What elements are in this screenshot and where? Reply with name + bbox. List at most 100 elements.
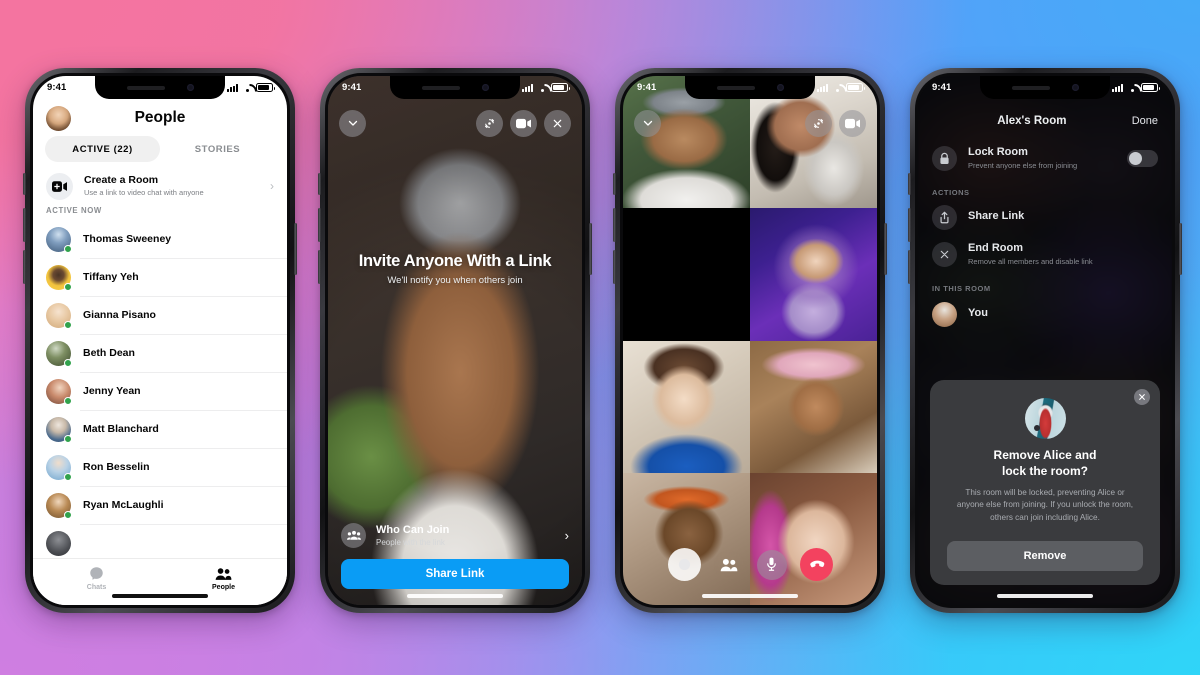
chevron-down-icon[interactable] xyxy=(634,109,661,137)
who-can-join-title: Who Can Join xyxy=(376,523,450,536)
power-button[interactable] xyxy=(294,223,297,275)
people-icon[interactable] xyxy=(713,549,744,580)
create-room-subtitle: Use a link to video chat with anyone xyxy=(84,188,204,198)
list-item[interactable]: Ron Besselin xyxy=(33,448,287,486)
home-indicator[interactable] xyxy=(407,594,503,598)
volume-down-button[interactable] xyxy=(908,250,911,284)
volume-up-button[interactable] xyxy=(908,208,911,242)
share-link-row[interactable]: Share Link xyxy=(918,202,1172,232)
effects-icon[interactable] xyxy=(667,548,701,581)
volume-up-button[interactable] xyxy=(318,208,321,242)
avatar xyxy=(46,302,72,329)
invite-subtext: We'll notify you when others join xyxy=(387,275,523,286)
video-camera-icon[interactable] xyxy=(510,109,537,137)
contact-list[interactable]: Thomas Sweeney Tiffany Yeh Gianna Pisano… xyxy=(33,220,287,558)
participant-tile[interactable] xyxy=(750,472,877,605)
contact-name: Thomas Sweeney xyxy=(83,233,172,245)
segmented-tabs: ACTIVE (22) STORIES xyxy=(33,136,287,162)
dialog-title-line1: Remove Alice and xyxy=(993,447,1097,462)
contact-name: Ryan McLaughli xyxy=(83,499,164,511)
participant-tile[interactable] xyxy=(623,472,750,605)
participant-tile[interactable] xyxy=(750,208,877,341)
online-indicator xyxy=(64,320,72,329)
earpiece-speaker xyxy=(126,85,165,90)
online-indicator xyxy=(64,472,72,481)
front-camera xyxy=(776,84,784,91)
volume-up-button[interactable] xyxy=(23,208,26,242)
avatar xyxy=(46,492,72,519)
microphone-icon[interactable] xyxy=(756,549,787,580)
close-icon[interactable] xyxy=(544,109,571,137)
cellular-signal-icon xyxy=(1112,83,1123,92)
list-item[interactable]: Gianna Pisano xyxy=(33,296,287,334)
mute-switch[interactable] xyxy=(23,173,26,195)
camera-flip-icon[interactable] xyxy=(805,109,832,137)
list-item[interactable] xyxy=(33,524,287,558)
front-camera xyxy=(186,84,194,91)
tab-people[interactable]: People xyxy=(160,559,287,605)
who-can-join-row[interactable]: Who Can Join People with the link › xyxy=(341,523,569,548)
contact-name: Tiffany Yeh xyxy=(83,271,139,283)
battery-icon xyxy=(846,83,865,92)
tab-chats[interactable]: Chats xyxy=(33,559,160,605)
chevron-down-icon[interactable] xyxy=(339,109,366,137)
avatar xyxy=(46,454,72,481)
lock-room-row[interactable]: Lock Room Prevent anyone else from joini… xyxy=(918,140,1172,176)
chevron-right-icon: › xyxy=(564,528,569,543)
device-notch xyxy=(980,76,1110,99)
phone-2-invite-link: 9:41 Invite Anyone With a Link We'll not… xyxy=(318,68,592,613)
end-room-row[interactable]: End Room Remove all members and disable … xyxy=(918,236,1172,272)
volume-up-button[interactable] xyxy=(613,208,616,242)
section-header-in-this-room: IN THIS ROOM xyxy=(932,284,991,293)
share-link-button[interactable]: Share Link xyxy=(341,559,569,589)
call-top-controls xyxy=(328,106,582,140)
contact-name: Ron Besselin xyxy=(83,461,150,473)
list-item[interactable]: Jenny Yean xyxy=(33,372,287,410)
avatar xyxy=(46,530,71,556)
remove-button[interactable]: Remove xyxy=(947,541,1143,571)
home-indicator[interactable] xyxy=(112,594,208,598)
cellular-signal-icon xyxy=(522,83,533,92)
close-icon[interactable] xyxy=(1134,388,1150,405)
participant-tile[interactable] xyxy=(750,340,877,473)
front-camera xyxy=(1071,84,1079,91)
participant-tile[interactable] xyxy=(623,208,750,340)
tab-label: Chats xyxy=(86,584,107,591)
mute-switch[interactable] xyxy=(908,173,911,195)
room-title: Alex's Room xyxy=(997,115,1067,127)
tab-active[interactable]: ACTIVE (22) xyxy=(45,136,160,162)
list-item[interactable]: Beth Dean xyxy=(33,334,287,372)
participant-tile[interactable] xyxy=(623,340,750,473)
mute-switch[interactable] xyxy=(318,173,321,195)
done-button[interactable]: Done xyxy=(1132,115,1158,127)
power-button[interactable] xyxy=(589,223,592,275)
list-item[interactable]: Tiffany Yeh xyxy=(33,258,287,296)
volume-down-button[interactable] xyxy=(23,250,26,284)
list-item[interactable]: Thomas Sweeney xyxy=(33,220,287,258)
chevron-right-icon: › xyxy=(270,179,274,193)
phone-1-people-list: 9:41 People ACTIVE (22) STORIES Create a… xyxy=(23,68,297,613)
person-at-door-illustration xyxy=(1024,397,1066,439)
list-item[interactable]: Ryan McLaughli xyxy=(33,486,287,524)
camera-flip-icon[interactable] xyxy=(476,109,503,137)
create-a-room-row[interactable]: Create a Room Use a link to video chat w… xyxy=(33,166,287,206)
wifi-icon xyxy=(832,84,843,92)
video-camera-icon[interactable] xyxy=(839,109,866,137)
lock-room-toggle[interactable] xyxy=(1127,149,1158,167)
wifi-icon xyxy=(537,84,548,92)
power-button[interactable] xyxy=(884,223,887,275)
tab-stories[interactable]: STORIES xyxy=(160,136,275,162)
home-indicator[interactable] xyxy=(702,594,798,598)
volume-down-button[interactable] xyxy=(613,250,616,284)
volume-down-button[interactable] xyxy=(318,250,321,284)
list-item[interactable]: Matt Blanchard xyxy=(33,410,287,448)
power-button[interactable] xyxy=(1179,223,1182,275)
status-time: 9:41 xyxy=(342,82,362,93)
member-row-you[interactable]: You xyxy=(918,298,1172,330)
lock-room-title: Lock Room xyxy=(968,146,1028,159)
end-call-icon[interactable] xyxy=(799,548,833,581)
share-link-title: Share Link xyxy=(968,210,1025,223)
home-indicator[interactable] xyxy=(997,594,1093,598)
avatar xyxy=(46,416,72,443)
mute-switch[interactable] xyxy=(613,173,616,195)
